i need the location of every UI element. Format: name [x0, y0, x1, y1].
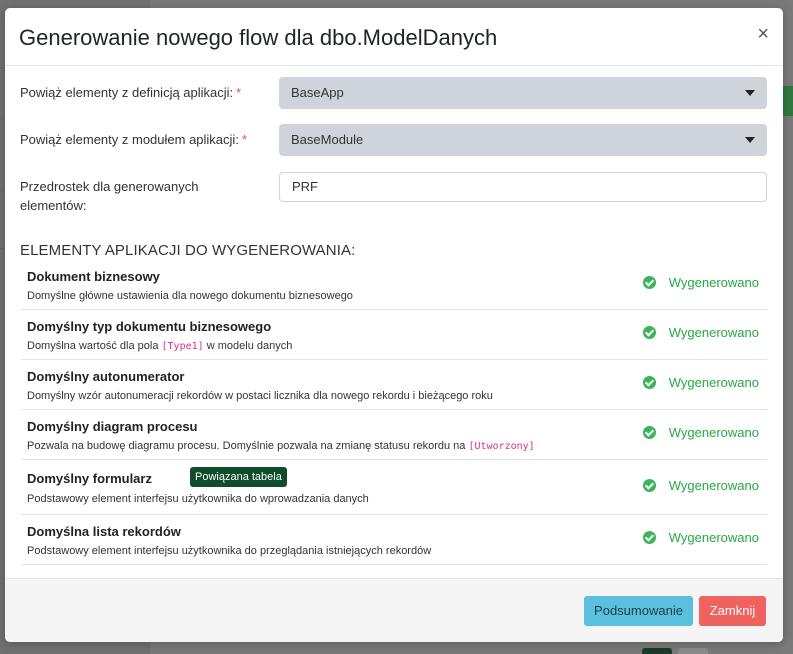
item-description: Podstawowy element interfejsu użytkownik…	[27, 493, 369, 505]
item-description: Domyślne główne ustawienia dla nowego do…	[27, 290, 353, 302]
status-code: [Utworzony]	[468, 441, 535, 452]
modal-title: Generowanie nowego flow dla dbo.ModelDan…	[19, 25, 498, 50]
status-badge: Wygenerowano	[642, 375, 759, 390]
required-mark: *	[241, 132, 247, 147]
app-module-label: Powiąż elementy z modułem aplikacji: *	[20, 132, 247, 147]
background-dark-button	[642, 648, 672, 654]
app-module-row: Powiąż elementy z modułem aplikacji: * Ba…	[20, 124, 767, 158]
check-circle-icon	[642, 426, 656, 439]
section-title: ELEMENTY APLIKACJI DO WYGENEROWANIA:	[20, 242, 356, 259]
linked-table-badge[interactable]: Powiązana tabela	[190, 467, 287, 487]
list-item: Domyślna lista rekordów Podstawowy eleme…	[21, 515, 767, 565]
field-code: [Type1]	[161, 341, 204, 352]
close-button[interactable]: Zamknij	[699, 596, 766, 626]
app-definition-label: Powiąż elementy z definicją aplikacji: *	[20, 85, 242, 100]
list-item: Domyślny typ dokumentu biznesowego Domyś…	[21, 310, 767, 360]
list-item: Domyślny diagram procesu Pozwala na budo…	[21, 410, 767, 460]
status-badge: Wygenerowano	[642, 275, 759, 290]
item-title: Domyślny diagram procesu	[27, 419, 198, 434]
modal-footer: Podsumowanie Zamknij	[5, 578, 783, 642]
check-circle-icon	[642, 326, 656, 339]
check-circle-icon	[642, 479, 656, 492]
required-mark: *	[236, 85, 242, 100]
prefix-label: Przedrostek dla generowanych elementów:	[20, 179, 199, 213]
check-circle-icon	[642, 376, 656, 389]
item-title: Domyślny autonumerator	[27, 369, 185, 384]
modal-header: Generowanie nowego flow dla dbo.ModelDan…	[5, 8, 783, 66]
app-module-value: BaseModule	[291, 132, 364, 147]
status-badge: Wygenerowano	[642, 325, 759, 340]
generate-flow-modal: Generowanie nowego flow dla dbo.ModelDan…	[5, 8, 783, 642]
prefix-value: PRF	[292, 179, 318, 194]
summary-button[interactable]: Podsumowanie	[584, 596, 693, 626]
prefix-input[interactable]: PRF	[279, 172, 767, 202]
item-title: Domyślny formularz	[27, 471, 152, 486]
item-title: Domyślny typ dokumentu biznesowego	[27, 319, 272, 334]
prefix-row: Przedrostek dla generowanych elementów: P…	[20, 172, 767, 216]
elements-list: Dokument biznesowy Domyślne główne ustaw…	[21, 260, 767, 565]
item-description: Domyślna wartość dla pola [Type1] w mode…	[27, 340, 293, 352]
item-title: Dokument biznesowy	[27, 269, 160, 284]
app-definition-select[interactable]: BaseApp	[279, 77, 767, 109]
app-module-select[interactable]: BaseModule	[279, 124, 767, 156]
caret-down-icon	[745, 137, 755, 143]
status-badge: Wygenerowano	[642, 478, 759, 493]
list-item: Dokument biznesowy Domyślne główne ustaw…	[21, 260, 767, 310]
app-definition-row: Powiąż elementy z definicją aplikacji: * …	[20, 77, 767, 111]
list-item: Domyślny formularz Powiązana tabela Pods…	[21, 460, 767, 515]
check-circle-icon	[642, 276, 656, 289]
background-grey-button	[678, 648, 708, 654]
item-description: Podstawowy element interfejsu użytkownik…	[27, 545, 432, 557]
status-badge: Wygenerowano	[642, 425, 759, 440]
status-badge: Wygenerowano	[642, 530, 759, 545]
item-description: Domyślny wzór autonumeracji rekordów w p…	[27, 390, 493, 402]
item-title: Domyślna lista rekordów	[27, 524, 181, 539]
close-icon[interactable]: ×	[757, 24, 769, 44]
list-item: Domyślny autonumerator Domyślny wzór aut…	[21, 360, 767, 410]
app-definition-value: BaseApp	[291, 85, 344, 100]
check-circle-icon	[642, 531, 656, 544]
caret-down-icon	[745, 90, 755, 96]
item-description: Pozwala na budowę diagramu procesu. Domy…	[27, 440, 535, 452]
